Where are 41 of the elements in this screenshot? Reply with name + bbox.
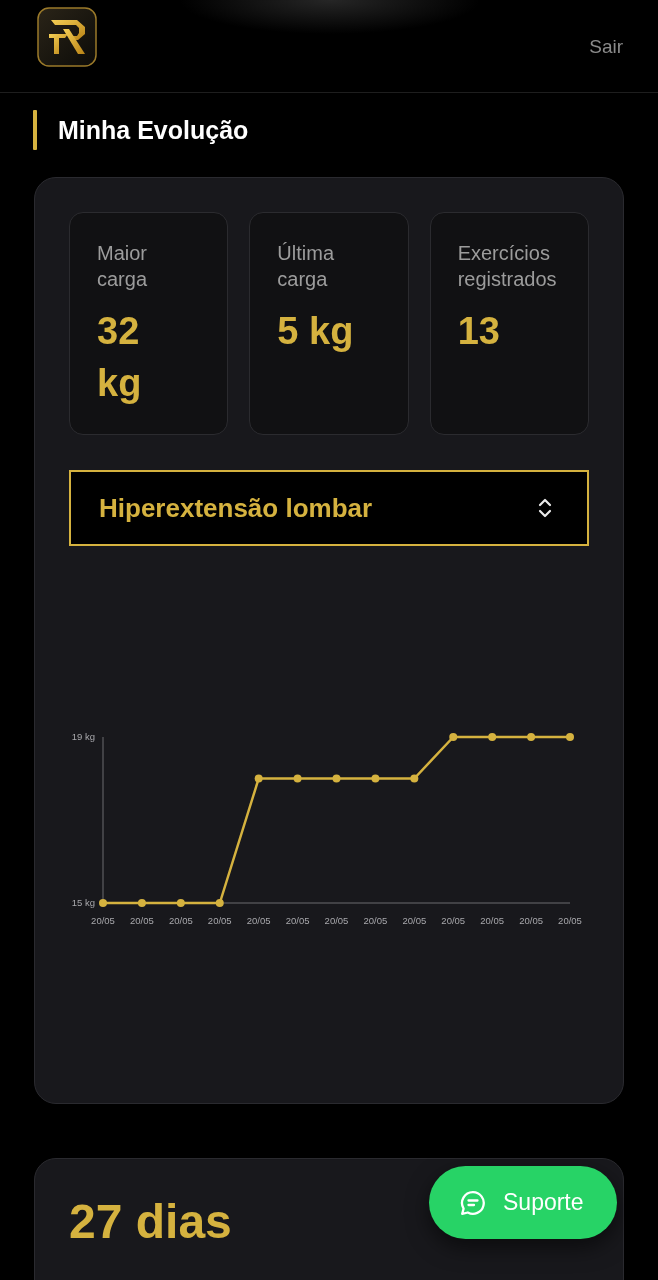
data-point bbox=[137, 899, 146, 907]
x-axis-label: 20/05 bbox=[91, 914, 115, 926]
x-axis-label: 20/05 bbox=[285, 914, 310, 926]
data-point bbox=[332, 774, 341, 783]
stat-label: Exercícios registrados bbox=[457, 241, 558, 292]
data-point bbox=[527, 733, 536, 741]
exercise-select[interactable]: Hiperextensão lombar bbox=[69, 470, 589, 546]
x-axis-label: 20/05 bbox=[441, 914, 466, 926]
x-axis-label: 20/05 bbox=[558, 914, 582, 926]
stat-label: Maior carga bbox=[97, 241, 149, 292]
x-axis-label: 20/05 bbox=[324, 914, 349, 926]
data-point bbox=[410, 774, 419, 783]
x-axis-label: 20/05 bbox=[168, 914, 193, 926]
stat-value: 13 bbox=[457, 309, 501, 354]
data-point bbox=[176, 899, 185, 907]
chat-icon bbox=[460, 1189, 486, 1216]
x-axis-label: 20/05 bbox=[480, 914, 505, 926]
logo-icon bbox=[37, 7, 97, 67]
stat-value: 32 kg bbox=[97, 309, 143, 406]
x-axis-label: 20/05 bbox=[363, 914, 388, 926]
data-point bbox=[254, 774, 263, 783]
data-point bbox=[488, 733, 497, 741]
data-point bbox=[215, 899, 224, 907]
x-axis-label: 20/05 bbox=[246, 914, 271, 926]
streak-value: 27 dias bbox=[69, 1194, 232, 1250]
x-axis-label: 20/05 bbox=[130, 914, 154, 926]
y-axis-label: 19 kg bbox=[71, 730, 95, 742]
logout-link[interactable]: Sair bbox=[589, 36, 623, 58]
data-point bbox=[293, 774, 302, 783]
x-axis-label: 20/05 bbox=[519, 914, 543, 926]
page-title: Minha Evolução bbox=[58, 115, 249, 145]
data-point bbox=[566, 733, 574, 741]
stat-value: 5 kg bbox=[277, 309, 355, 354]
data-point bbox=[99, 899, 107, 907]
x-axis-label: 20/05 bbox=[402, 914, 427, 926]
y-axis-label: 15 kg bbox=[71, 896, 95, 908]
data-point bbox=[371, 774, 380, 783]
data-point bbox=[449, 733, 458, 741]
stat-label: Última carga bbox=[277, 241, 335, 292]
x-axis-label: 20/05 bbox=[207, 914, 232, 926]
title-accent-bar bbox=[33, 110, 37, 150]
